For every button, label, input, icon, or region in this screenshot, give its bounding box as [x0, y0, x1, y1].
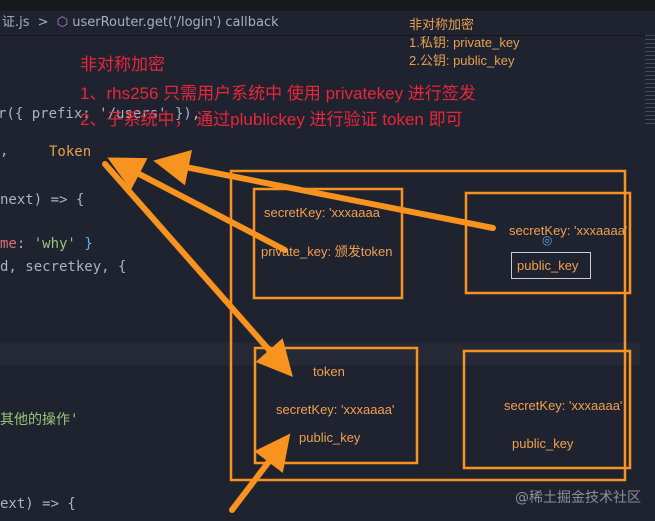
- box-c-secret: secretKey: 'xxxaaaa': [276, 402, 395, 417]
- loading-spinner-icon: ◎: [542, 233, 553, 247]
- box-b-secret: secretKey: 'xxxaaaa': [509, 223, 628, 238]
- box-c-public: public_key: [299, 430, 361, 445]
- watermark: @稀土掘金技术社区: [515, 490, 641, 506]
- arrow-token-to-box-c: [102, 161, 293, 377]
- box-d-public: public_key: [512, 436, 574, 451]
- public-key-textbox[interactable]: public_key: [511, 252, 591, 279]
- box-a-private: private_key: 颁发token: [261, 244, 393, 259]
- public-key-input-text[interactable]: public_key: [517, 258, 578, 273]
- box-d-secret: secretKey: 'xxxaaaa': [504, 398, 623, 413]
- box-c-token: token: [313, 364, 345, 379]
- arrow-to-public-key: [229, 433, 291, 513]
- box-a-secret: secretKey: 'xxxaaaa: [264, 205, 380, 220]
